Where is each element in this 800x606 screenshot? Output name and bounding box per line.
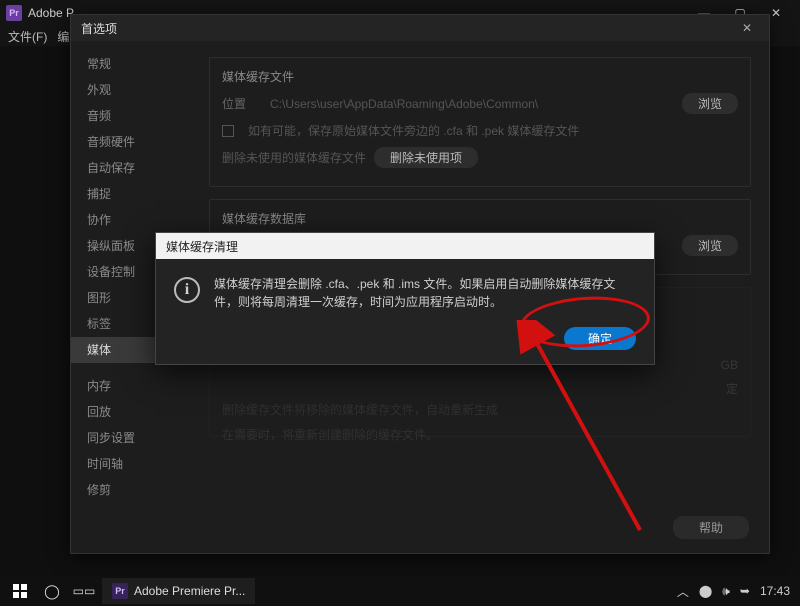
- sidebar-item-general[interactable]: 常规: [71, 51, 191, 77]
- ok-button[interactable]: 确定: [564, 327, 636, 350]
- tray-chevron-icon[interactable]: ︿: [677, 583, 689, 600]
- dialog-footer: 帮助: [673, 516, 749, 539]
- ime-icon[interactable]: ➥: [740, 584, 750, 598]
- media-cache-clean-dialog: 媒体缓存清理 i 媒体缓存清理会删除 .cfa、.pek 和 .ims 文件。如…: [155, 232, 655, 365]
- alert-title: 媒体缓存清理: [166, 238, 238, 255]
- sidebar-item-memory[interactable]: 内存: [71, 373, 191, 399]
- sidebar-item-capture[interactable]: 捕捉: [71, 181, 191, 207]
- premiere-icon: Pr: [6, 5, 22, 21]
- gb-label: GB: [721, 358, 738, 372]
- delete-unused-button[interactable]: 删除未使用项: [374, 147, 478, 168]
- save-next-to-media-checkbox[interactable]: [222, 125, 234, 137]
- sidebar-item-appearance[interactable]: 外观: [71, 77, 191, 103]
- start-button[interactable]: [6, 577, 34, 605]
- note-line: 删除缓存文件将移除的媒体缓存文件，自动重新生成: [222, 401, 498, 418]
- menu-file[interactable]: 文件(F): [8, 28, 47, 45]
- browse-button[interactable]: 浏览: [682, 93, 738, 114]
- sidebar-item-audio[interactable]: 音频: [71, 103, 191, 129]
- sound-icon[interactable]: 🕪: [722, 584, 730, 599]
- note-line: 在需要时，将重新创建删除的缓存文件。: [222, 426, 438, 443]
- sidebar-item-autosave[interactable]: 自动保存: [71, 155, 191, 181]
- preferences-title: 首选项: [81, 20, 117, 37]
- taskbar-app-label: Adobe Premiere Pr...: [134, 584, 245, 598]
- app-title: Adobe P: [28, 6, 74, 20]
- preferences-close-icon[interactable]: ✕: [735, 21, 759, 35]
- sidebar-item-playback[interactable]: 回放: [71, 399, 191, 425]
- checkbox-label: 如有可能，保存原始媒体文件旁边的 .cfa 和 .pek 媒体缓存文件: [248, 122, 579, 139]
- windows-icon: [13, 584, 27, 598]
- cache-files-path: C:\Users\user\AppData\Roaming\Adobe\Comm…: [270, 97, 674, 111]
- help-button[interactable]: 帮助: [673, 516, 749, 539]
- search-icon: ◯: [44, 583, 60, 600]
- sidebar-item-sync[interactable]: 同步设置: [71, 425, 191, 451]
- taskview-button[interactable]: ▭▭: [70, 577, 98, 605]
- section-title: 媒体缓存文件: [222, 68, 738, 85]
- inline-text: 定: [726, 380, 738, 397]
- sidebar-item-collab[interactable]: 协作: [71, 207, 191, 233]
- taskbar: ◯ ▭▭ Pr Adobe Premiere Pr... ︿ ⬤ 🕪 ➥ 17:…: [0, 576, 800, 606]
- search-button[interactable]: ◯: [38, 577, 66, 605]
- premiere-icon: Pr: [112, 583, 128, 599]
- sidebar-item-trim[interactable]: 修剪: [71, 477, 191, 503]
- alert-titlebar: 媒体缓存清理: [156, 233, 654, 259]
- alert-message: 媒体缓存清理会删除 .cfa、.pek 和 .ims 文件。如果启用自动删除媒体…: [214, 275, 636, 311]
- clock[interactable]: 17:43: [760, 584, 790, 598]
- network-icon[interactable]: ⬤: [699, 584, 712, 598]
- section-title: 媒体缓存数据库: [222, 210, 738, 227]
- system-tray: ︿ ⬤ 🕪 ➥ 17:43: [677, 583, 794, 600]
- delete-unused-label: 删除未使用的媒体缓存文件: [222, 149, 366, 166]
- preferences-titlebar: 首选项 ✕: [71, 15, 769, 41]
- location-label: 位置: [222, 95, 262, 112]
- sidebar-item-timeline[interactable]: 时间轴: [71, 451, 191, 477]
- app-root: Pr Adobe P — ▢ ✕ 文件(F) 编辑 首选项 ✕ 常规 外观 音频…: [0, 0, 800, 606]
- section-media-cache-files: 媒体缓存文件 位置 C:\Users\user\AppData\Roaming\…: [209, 57, 751, 187]
- taskbar-app-premiere[interactable]: Pr Adobe Premiere Pr...: [102, 578, 255, 604]
- browse-button[interactable]: 浏览: [682, 235, 738, 256]
- sidebar-item-audio-hardware[interactable]: 音频硬件: [71, 129, 191, 155]
- info-icon: i: [174, 277, 200, 303]
- taskview-icon: ▭▭: [73, 584, 96, 598]
